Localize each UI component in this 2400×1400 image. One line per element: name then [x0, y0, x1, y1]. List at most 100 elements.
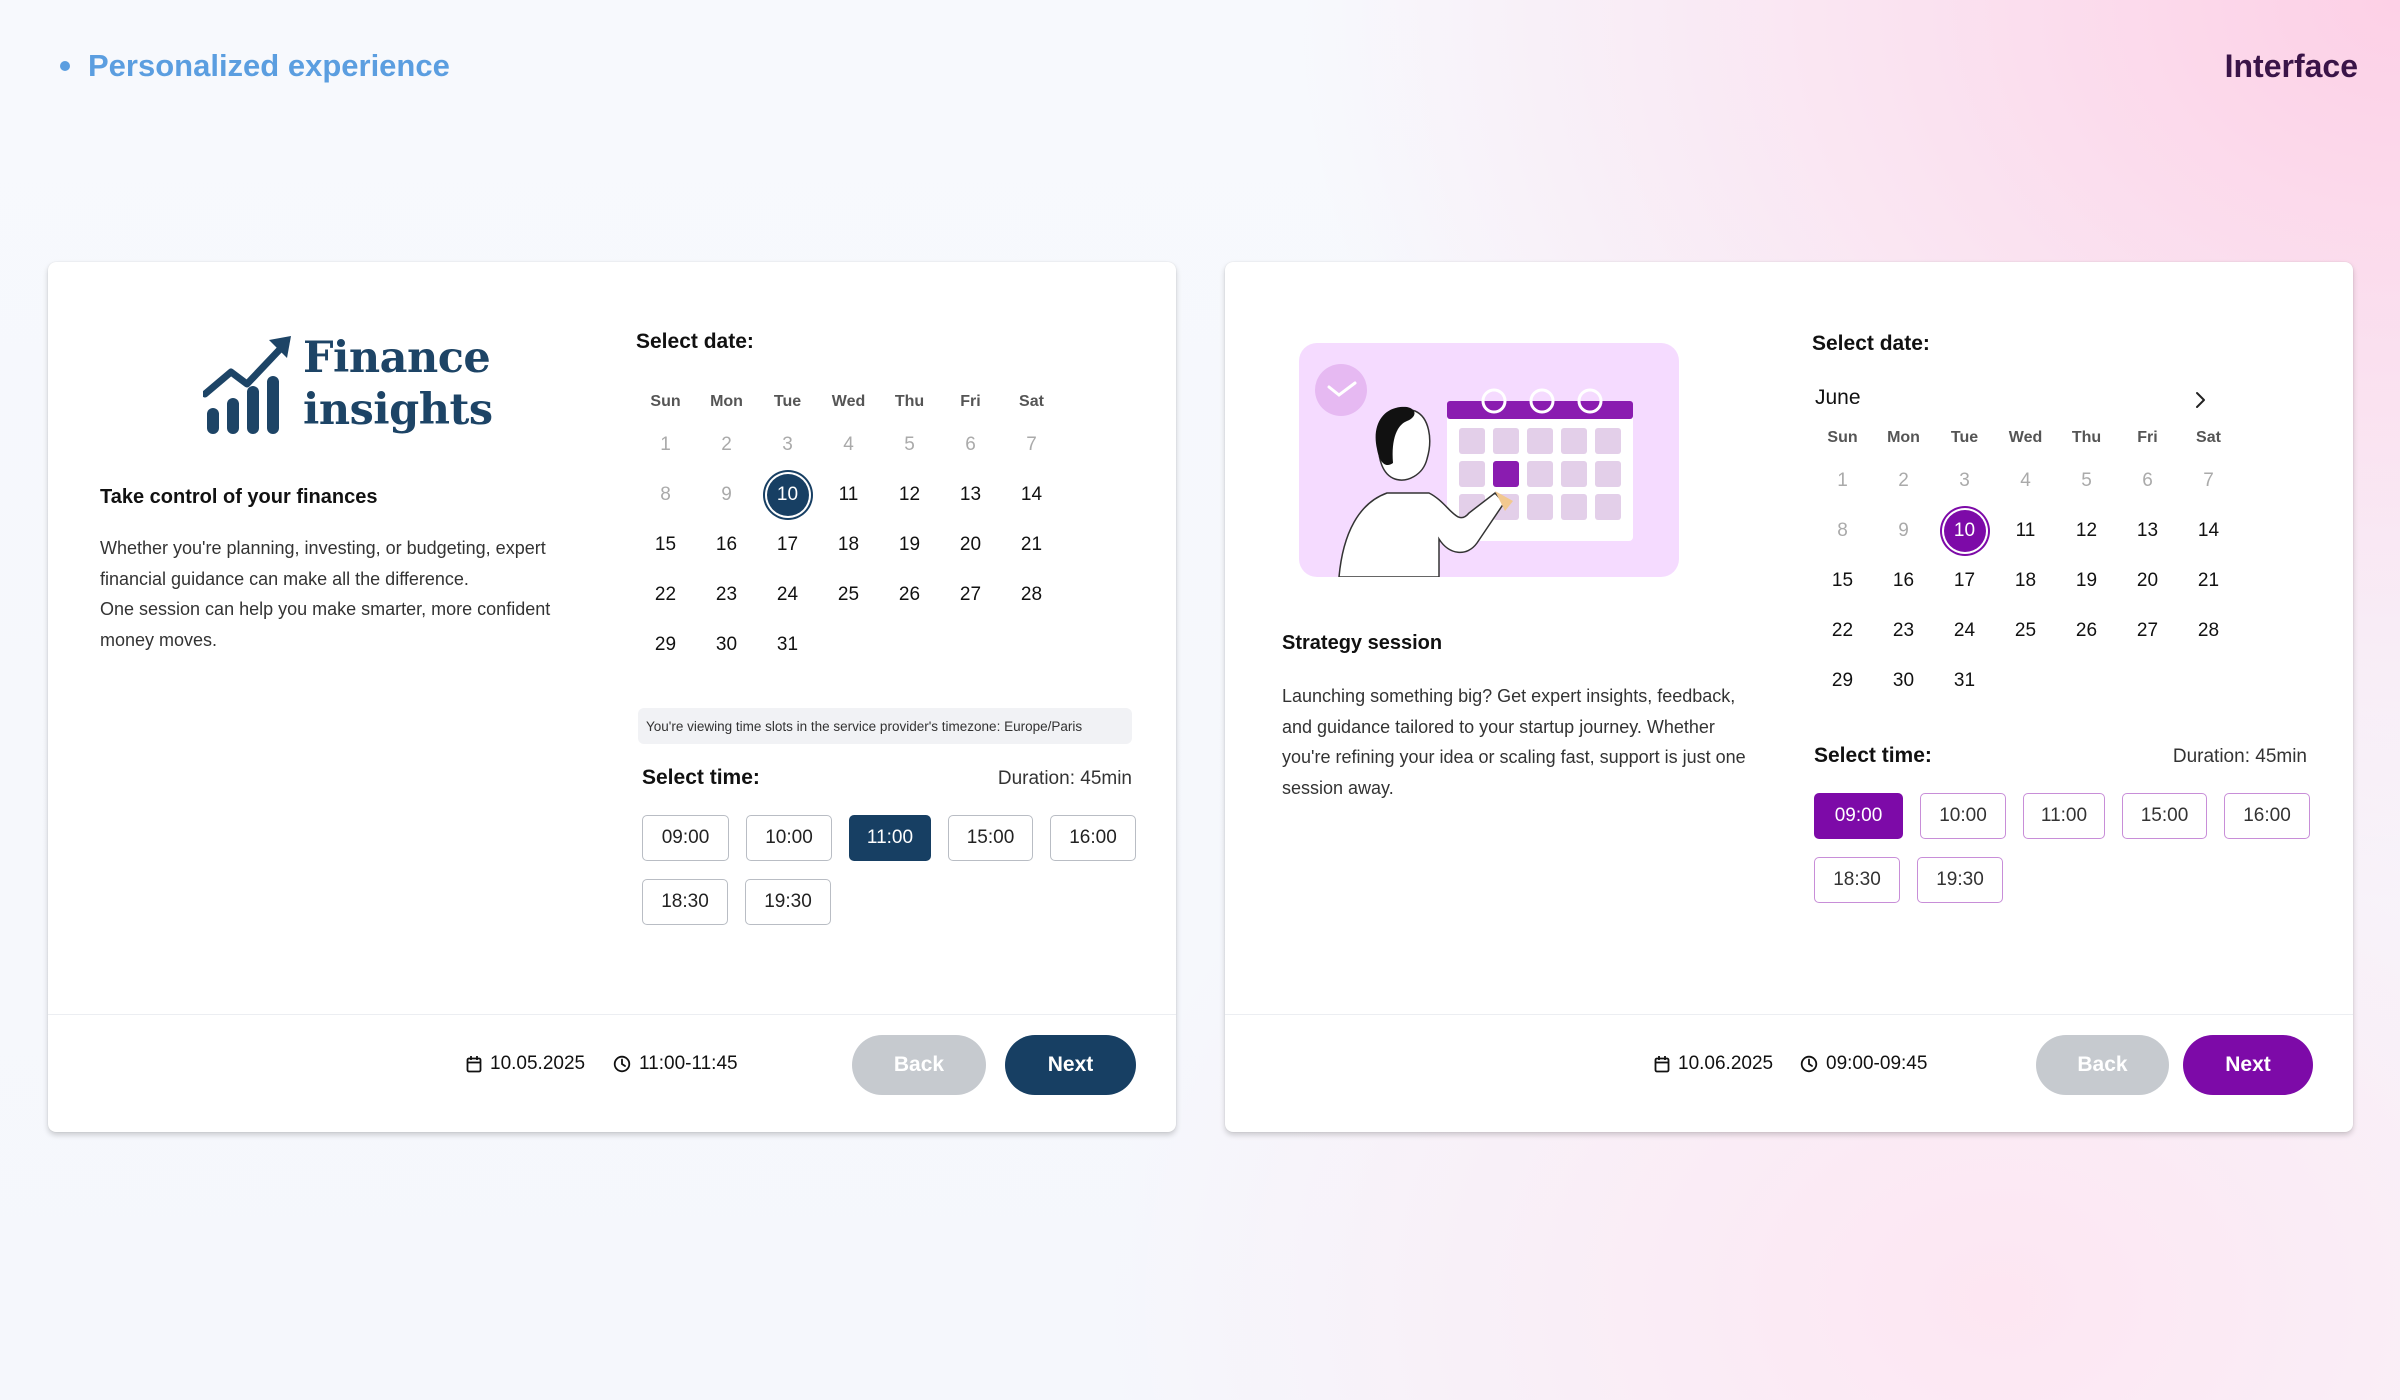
calendar-day[interactable]: 27 [940, 570, 1001, 620]
calendar-day[interactable]: 14 [2178, 506, 2239, 556]
calendar-day[interactable]: 22 [1812, 606, 1873, 656]
time-slot[interactable]: 18:30 [1814, 857, 1900, 903]
calendar-day[interactable]: 26 [879, 570, 940, 620]
logo-line-1: Finance [303, 333, 491, 383]
bullet-dot [60, 61, 70, 71]
calendar-day-number: 17 [776, 534, 799, 555]
weekday-header: Wed [2008, 429, 2043, 446]
month-label: June [1815, 386, 1861, 409]
weekday-header: Sat [2196, 429, 2221, 446]
calendar-day[interactable]: 30 [1873, 656, 1934, 706]
calendar-day[interactable]: 12 [2056, 506, 2117, 556]
calendar-day[interactable]: 22 [635, 570, 696, 620]
next-button[interactable]: Next [1005, 1035, 1136, 1095]
time-slot[interactable]: 19:30 [1917, 857, 2003, 903]
time-slot[interactable]: 16:00 [1050, 815, 1136, 861]
calendar-day-number: 20 [2136, 570, 2159, 591]
calendar-day[interactable]: 13 [2117, 506, 2178, 556]
calendar-day[interactable]: 18 [818, 520, 879, 570]
calendar-day-number: 4 [843, 434, 854, 455]
time-slot[interactable]: 10:00 [1920, 793, 2006, 839]
section-tag-label: Personalized experience [88, 48, 450, 83]
calendar-day-number: 19 [2075, 570, 2098, 591]
calendar-day-selected[interactable]: 10 [757, 470, 818, 520]
calendar-day-number: 3 [782, 434, 793, 455]
back-button[interactable]: Back [2036, 1035, 2169, 1095]
calendar-day-number: 16 [715, 534, 738, 555]
calendar-day[interactable]: 31 [757, 620, 818, 670]
weekday-header: Sat [1019, 393, 1044, 410]
calendar-day[interactable]: 24 [1934, 606, 1995, 656]
time-slot[interactable]: 16:00 [2224, 793, 2310, 839]
time-slot[interactable]: 15:00 [2122, 793, 2207, 839]
timezone-note: You're viewing time slots in the service… [638, 708, 1132, 744]
calendar-day[interactable]: 17 [1934, 556, 1995, 606]
calendar-day[interactable]: 15 [1812, 556, 1873, 606]
calendar-day: 1 [635, 420, 696, 470]
calendar-day[interactable]: 27 [2117, 606, 2178, 656]
calendar-day[interactable]: 28 [2178, 606, 2239, 656]
service-info: Take control of your finances Whether yo… [100, 486, 560, 655]
time-slot[interactable]: 11:00 [2023, 793, 2105, 839]
calendar-day-selected[interactable]: 10 [1934, 506, 1995, 556]
calendar-day-number: 2 [1898, 470, 1909, 491]
time-slot[interactable]: 18:30 [642, 879, 728, 925]
calendar-day[interactable]: 17 [757, 520, 818, 570]
time-slots: 09:00 10:00 11:00 15:00 16:00 18:30 19:30 [1814, 793, 2314, 903]
calendar-day-number: 22 [654, 584, 677, 605]
calendar-day: 3 [757, 420, 818, 470]
calendar-day[interactable]: 14 [1001, 470, 1062, 520]
calendar-day[interactable]: 11 [818, 470, 879, 520]
calendar-day-number: 5 [2081, 470, 2092, 491]
calendar-day[interactable]: 19 [2056, 556, 2117, 606]
calendar-day: 6 [2117, 456, 2178, 506]
calendar-day[interactable]: 25 [818, 570, 879, 620]
calendar-day-number: 29 [1831, 670, 1854, 691]
calendar-day[interactable]: 30 [696, 620, 757, 670]
next-button[interactable]: Next [2183, 1035, 2313, 1095]
calendar-day: 8 [1812, 506, 1873, 556]
calendar-grid: Sun Mon Tue Wed Thu Fri Sat 1 2 3 4 5 6 7 8 9 10 11 12 13 14… [1812, 420, 2239, 706]
page-title: Interface [2224, 48, 2358, 84]
calendar-day-number: 13 [959, 484, 982, 505]
calendar-day[interactable]: 25 [1995, 606, 2056, 656]
calendar-day[interactable]: 24 [757, 570, 818, 620]
calendar-day[interactable]: 18 [1995, 556, 2056, 606]
calendar-day[interactable]: 16 [1873, 556, 1934, 606]
calendar-icon [1654, 1056, 1670, 1073]
calendar-day-number: 12 [2075, 520, 2098, 541]
calendar-day[interactable]: 26 [2056, 606, 2117, 656]
service-title: Take control of your finances [100, 486, 378, 508]
select-date-label: Select date: [636, 330, 754, 353]
weekday-header: Fri [2137, 429, 2158, 446]
calendar-day[interactable]: 21 [2178, 556, 2239, 606]
calendar-day[interactable]: 20 [940, 520, 1001, 570]
calendar-day[interactable]: 20 [2117, 556, 2178, 606]
calendar-day[interactable]: 16 [696, 520, 757, 570]
selected-time-summary: 09:00-09:45 [1800, 1053, 1927, 1075]
calendar-day[interactable]: 29 [635, 620, 696, 670]
time-slot[interactable]: 09:00 [642, 815, 729, 861]
clock-icon [613, 1055, 631, 1073]
calendar-day[interactable]: 11 [1995, 506, 2056, 556]
back-button[interactable]: Back [852, 1035, 986, 1095]
calendar-day[interactable]: 21 [1001, 520, 1062, 570]
chevron-right-icon[interactable] [2188, 388, 2212, 412]
weekday-header: Fri [960, 393, 981, 410]
calendar-day[interactable]: 13 [940, 470, 1001, 520]
time-slot[interactable]: 19:30 [745, 879, 831, 925]
calendar-day[interactable]: 15 [635, 520, 696, 570]
finance-booking-card: Finance insights Take control of your fi… [48, 262, 1176, 1132]
calendar-day[interactable]: 29 [1812, 656, 1873, 706]
time-slots: 09:00 10:00 11:00 15:00 16:00 18:30 19:30 [642, 815, 1142, 925]
calendar-day[interactable]: 12 [879, 470, 940, 520]
time-slot-selected[interactable]: 09:00 [1814, 793, 1903, 839]
calendar-day[interactable]: 23 [1873, 606, 1934, 656]
calendar-day[interactable]: 19 [879, 520, 940, 570]
time-slot[interactable]: 15:00 [948, 815, 1033, 861]
calendar-day[interactable]: 31 [1934, 656, 1995, 706]
time-slot-selected[interactable]: 11:00 [849, 815, 931, 861]
calendar-day[interactable]: 28 [1001, 570, 1062, 620]
time-slot[interactable]: 10:00 [746, 815, 832, 861]
calendar-day[interactable]: 23 [696, 570, 757, 620]
